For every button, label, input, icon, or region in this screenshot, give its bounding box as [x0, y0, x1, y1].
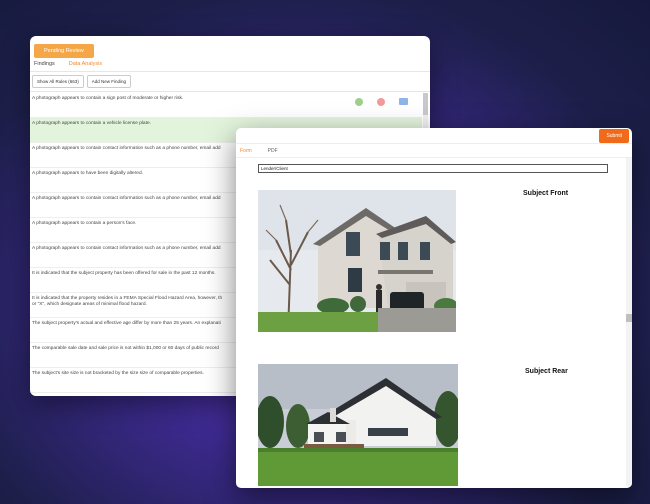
review-header: Pending Review	[30, 36, 430, 58]
subject-rear-photo	[258, 364, 458, 486]
subject-rear-caption: Subject Rear	[525, 368, 568, 375]
comment-icon[interactable]	[399, 98, 408, 105]
finding-text: A photograph appears to contain a person…	[32, 221, 137, 226]
submit-button[interactable]: Submit	[599, 129, 629, 143]
finding-text: A photograph appears to contain a vehicl…	[32, 121, 151, 126]
house-rear-illustration	[258, 364, 458, 486]
finding-text: The subject property's actual and effect…	[32, 321, 221, 326]
finding-text-continued: or "X", which designate areas of minimal…	[32, 302, 147, 307]
add-new-finding-button[interactable]: Add New Finding	[86, 75, 132, 88]
finding-text: A photograph appears to have been digita…	[32, 171, 143, 176]
scrollbar-thumb[interactable]	[626, 314, 632, 322]
finding-text: A photograph appears to contain a sign p…	[32, 96, 184, 101]
tab-pdf[interactable]: PDF	[268, 148, 278, 154]
subject-front-caption: Subject Front	[523, 190, 569, 197]
finding-text: The subject's site size is not bracketed…	[32, 371, 204, 376]
tab-form[interactable]: Form	[240, 148, 252, 154]
finding-text: A photograph appears to contain contact …	[32, 246, 221, 251]
status-badge: Pending Review	[34, 44, 94, 58]
finding-row[interactable]: A photograph appears to contain a sign p…	[30, 93, 422, 118]
document-tabs: Form PDF	[236, 144, 632, 158]
finding-text: It is indicated that the property reside…	[32, 296, 223, 301]
finding-text: The comparable sale date and sale price …	[32, 346, 219, 351]
document-window: Submit Form PDF Lender/Client Subject Fr…	[236, 128, 632, 488]
show-all-rules-button[interactable]: Show All Rules (663)	[32, 75, 84, 88]
document-scrollbar[interactable]	[626, 158, 632, 486]
approve-icon[interactable]	[355, 98, 363, 106]
reject-icon[interactable]	[377, 98, 385, 106]
finding-text: A photograph appears to contain contact …	[32, 196, 221, 201]
document-content: Lender/Client Subject Front Subject Rear	[236, 158, 626, 486]
subject-front-photo	[258, 190, 456, 332]
tab-data-analysis[interactable]: Data Analysis	[69, 61, 102, 67]
house-front-illustration	[258, 190, 456, 332]
lender-client-field[interactable]: Lender/Client	[258, 164, 608, 173]
tab-findings[interactable]: Findings	[34, 61, 55, 67]
finding-text: A photograph appears to contain contact …	[32, 146, 221, 151]
review-tabs: Findings Data Analysis	[30, 56, 430, 72]
scrollbar-thumb[interactable]	[423, 93, 428, 115]
review-toolbar: Show All Rules (663) Add New Finding	[30, 72, 430, 92]
finding-text: It is indicated that the subject propert…	[32, 271, 216, 276]
document-header: Submit	[236, 128, 632, 144]
